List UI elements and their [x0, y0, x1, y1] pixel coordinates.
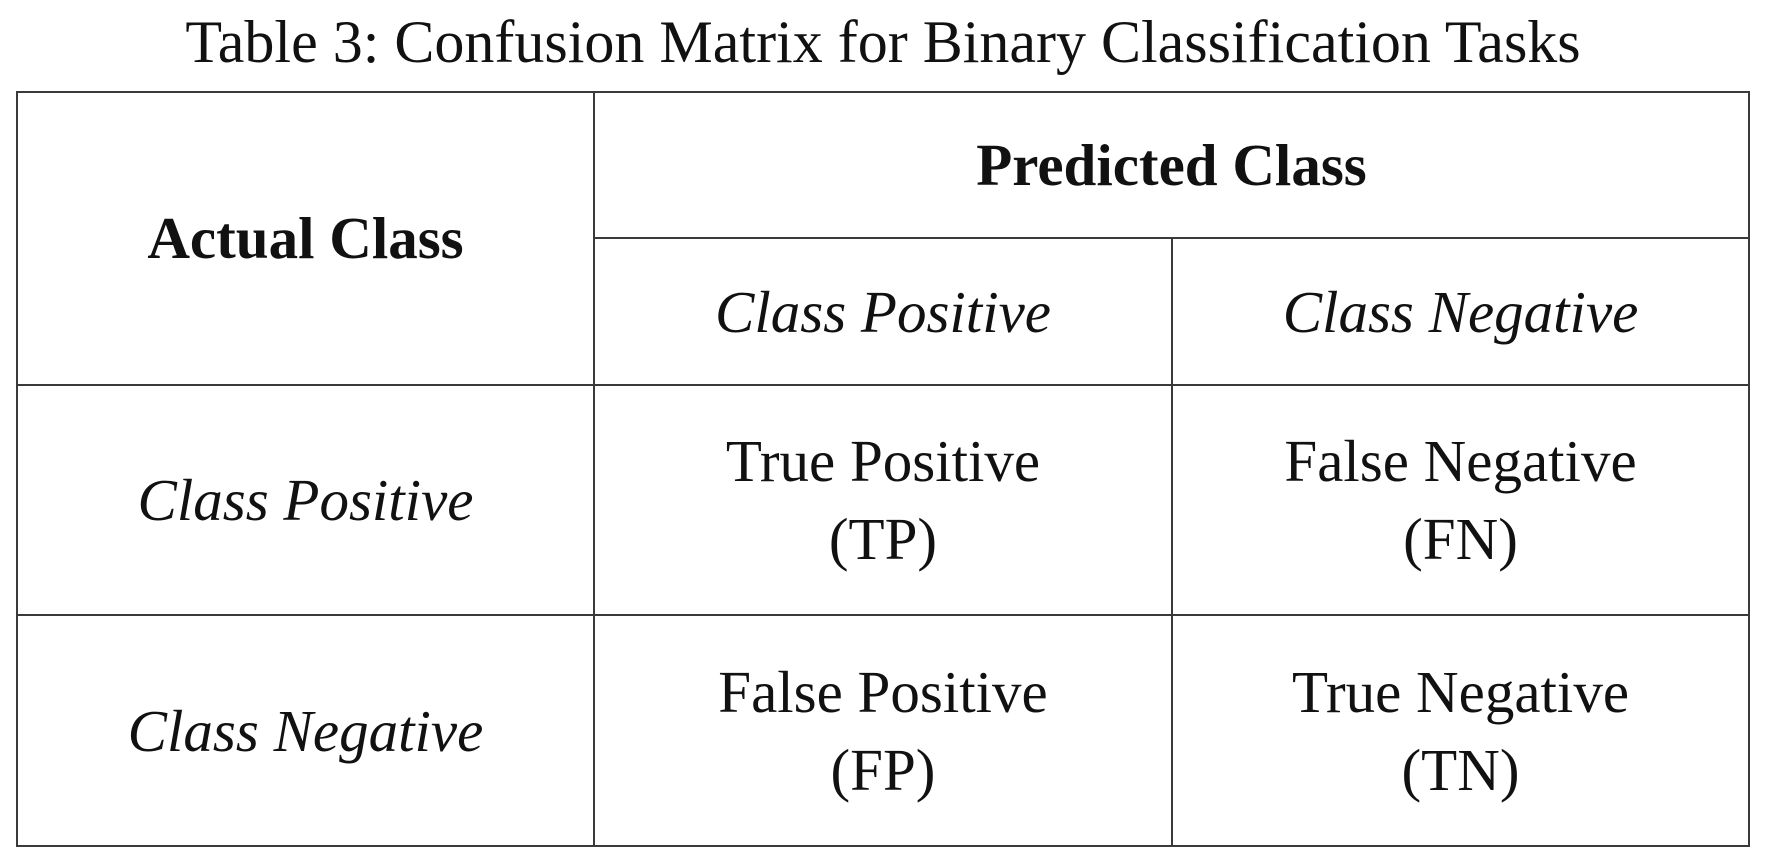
cell-abbreviation: (FP) — [830, 736, 936, 803]
cell-label: True Positive — [725, 428, 1041, 495]
cell-label: True Negative — [1292, 658, 1630, 725]
column-header-class-negative: Class Negative — [1171, 237, 1750, 386]
cell-true-negative: True Negative (TN) — [1171, 614, 1750, 847]
row-header-class-positive: Class Positive — [16, 383, 595, 617]
cell-label: False Negative — [1284, 428, 1637, 495]
cell-abbreviation: (TP) — [828, 506, 938, 573]
column-header-class-positive: Class Positive — [592, 237, 1174, 386]
table-row: Class Positive True Positive (TP) False … — [16, 383, 1750, 617]
cell-false-positive: False Positive (FP) — [592, 614, 1174, 847]
cell-abbreviation: (FN) — [1403, 506, 1518, 573]
header-row-top: Actual Class Predicted Class — [16, 90, 1751, 386]
row-header-class-negative: Class Negative — [16, 614, 595, 847]
cell-abbreviation: (TN) — [1401, 736, 1520, 803]
predicted-class-header: Predicted Class — [592, 90, 1751, 240]
confusion-matrix-table: Actual Class Predicted Class Class Posit… — [16, 90, 1751, 847]
actual-class-header: Actual Class — [16, 91, 595, 386]
cell-false-negative: False Negative (FN) — [1171, 383, 1750, 617]
table-row: Class Negative False Positive (FP) True … — [16, 614, 1750, 847]
cell-true-positive: True Positive (TP) — [592, 383, 1174, 617]
cell-label: False Positive — [718, 658, 1048, 725]
table-caption: Table 3: Confusion Matrix for Binary Cla… — [185, 9, 1581, 75]
